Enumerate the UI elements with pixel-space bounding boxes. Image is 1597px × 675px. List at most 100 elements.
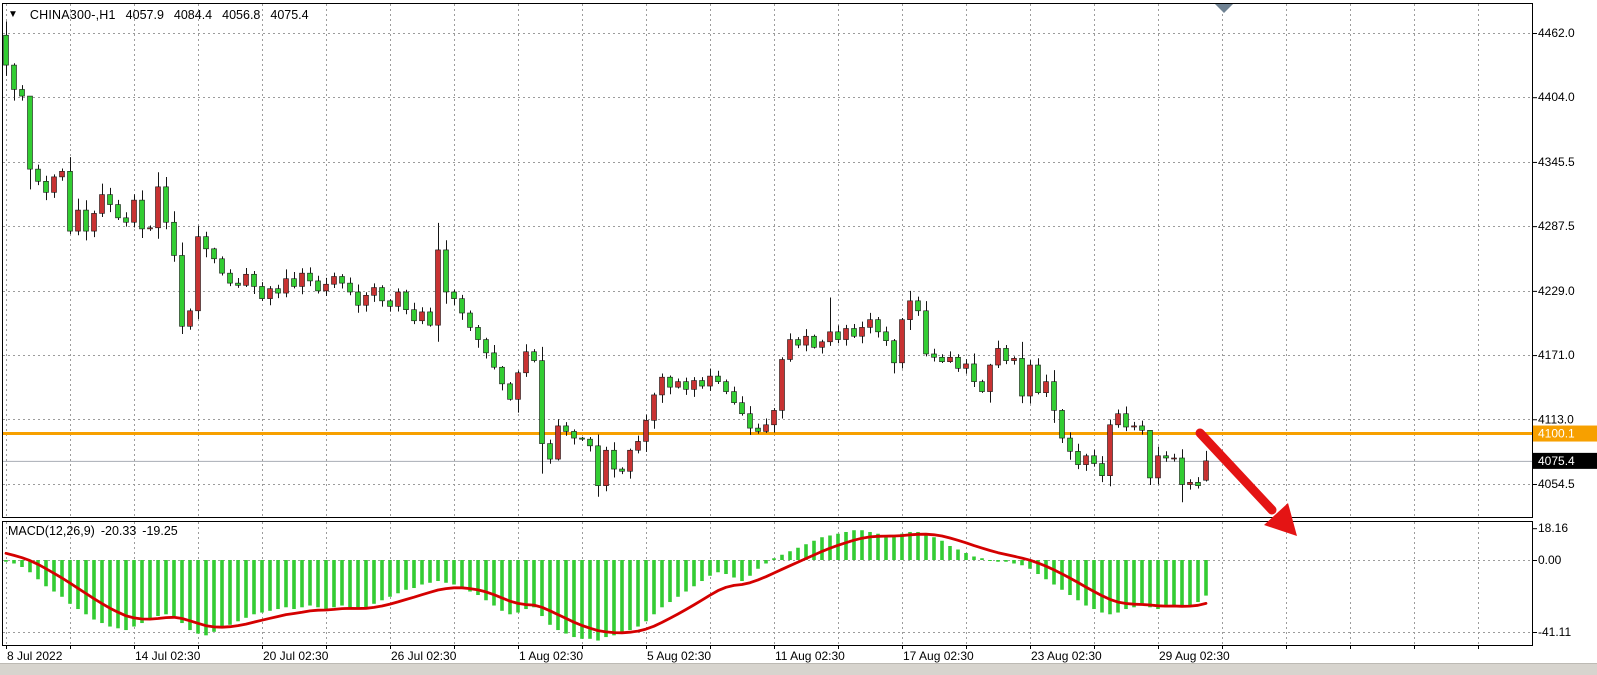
candle (556, 426, 561, 459)
candle (1004, 348, 1009, 360)
symbol-dropdown-icon[interactable]: ▼ (8, 10, 18, 20)
symbol-ohlc-header: ▼ CHINA300-,H1 4057.9 4084.4 4056.8 4075… (8, 8, 309, 22)
candle (348, 283, 353, 292)
symbol-timeframe-label: CHINA300-,H1 (30, 8, 116, 22)
candle (20, 89, 25, 96)
grid-layer (3, 4, 1531, 644)
candle (388, 301, 393, 307)
candle (1044, 382, 1049, 393)
candle (36, 169, 41, 181)
time-axis-label: 26 Jul 02:30 (391, 649, 457, 663)
candle (468, 313, 473, 327)
candle (748, 414, 753, 428)
time-axis-label: 5 Aug 02:30 (647, 649, 711, 663)
time-axis-label: 1 Aug 02:30 (519, 649, 583, 663)
price-axis-label: 4229.0 (1538, 284, 1575, 298)
candle (1060, 410, 1065, 438)
candle (380, 288, 385, 301)
candle (372, 288, 377, 296)
ohlc-high: 4084.4 (174, 8, 212, 22)
candle (92, 213, 97, 231)
candle (1076, 451, 1081, 464)
candle (1052, 382, 1057, 411)
candle (124, 218, 129, 222)
price-axis-label: 4345.5 (1538, 155, 1575, 169)
candle (892, 341, 897, 363)
candle (324, 284, 329, 291)
candle (132, 200, 137, 222)
candle (812, 336, 817, 347)
candle (212, 249, 217, 259)
candle (820, 342, 825, 348)
chart-canvas[interactable]: 4462.04404.04345.54287.54229.04171.04113… (0, 0, 1597, 675)
mt4-chart-window: ▼ CHINA300-,H1 4057.9 4084.4 4056.8 4075… (0, 0, 1597, 675)
candle (684, 382, 689, 390)
candle (300, 273, 305, 286)
candle (396, 292, 401, 306)
candle (1156, 456, 1161, 478)
candle (740, 403, 745, 414)
candle (172, 222, 177, 255)
candle (924, 311, 929, 354)
candle (180, 255, 185, 326)
candle (716, 376, 721, 382)
candle (292, 279, 297, 287)
candle (276, 289, 281, 293)
candle (316, 281, 321, 291)
candle (252, 274, 257, 286)
bid-price-badge-label: 4075.4 (1538, 454, 1575, 468)
chart-shift-marker-icon[interactable] (1215, 4, 1233, 13)
main-chart-frame (3, 4, 1533, 518)
candles-layer[interactable] (4, 21, 1209, 502)
candle (100, 195, 105, 214)
candle (44, 181, 49, 192)
candle (564, 426, 569, 432)
candle (284, 279, 289, 293)
macd-axis-label: 18.16 (1538, 521, 1568, 535)
candle (708, 376, 713, 386)
candle (4, 35, 9, 65)
candle (484, 340, 489, 353)
candle (340, 276, 345, 283)
candle (1116, 414, 1121, 425)
candle (116, 205, 121, 218)
price-axis-label: 4404.0 (1538, 90, 1575, 104)
candle (148, 228, 153, 229)
macd-axis-label: -41.11 (1538, 625, 1571, 639)
candle (852, 329, 857, 337)
candle (12, 65, 17, 89)
candle (1188, 482, 1193, 484)
candle (692, 381, 697, 390)
candle (876, 320, 881, 332)
candle (332, 276, 337, 284)
candle (532, 352, 537, 361)
candle (412, 310, 417, 321)
macd-signal-value: -19.25 (142, 524, 177, 538)
candle (356, 292, 361, 305)
candle (916, 301, 921, 311)
candle (652, 395, 657, 420)
candle (980, 382, 985, 392)
candle (676, 382, 681, 388)
candle (84, 210, 89, 231)
candle (644, 420, 649, 441)
candle (636, 441, 641, 450)
candle (1196, 482, 1201, 485)
candle (596, 446, 601, 486)
candle (844, 329, 849, 340)
time-axis[interactable]: 8 Jul 202214 Jul 02:3020 Jul 02:3026 Jul… (7, 645, 1479, 663)
candle (140, 200, 145, 229)
candle (724, 382, 729, 392)
candle (420, 312, 425, 321)
candle (1036, 365, 1041, 393)
candle (660, 377, 665, 395)
candle (1068, 438, 1073, 451)
candle (828, 332, 833, 342)
candle (188, 311, 193, 326)
candle (1084, 456, 1089, 465)
candle (76, 210, 81, 231)
candle (444, 250, 449, 292)
candle (1124, 414, 1129, 427)
candle (580, 438, 585, 439)
candle (988, 365, 993, 392)
